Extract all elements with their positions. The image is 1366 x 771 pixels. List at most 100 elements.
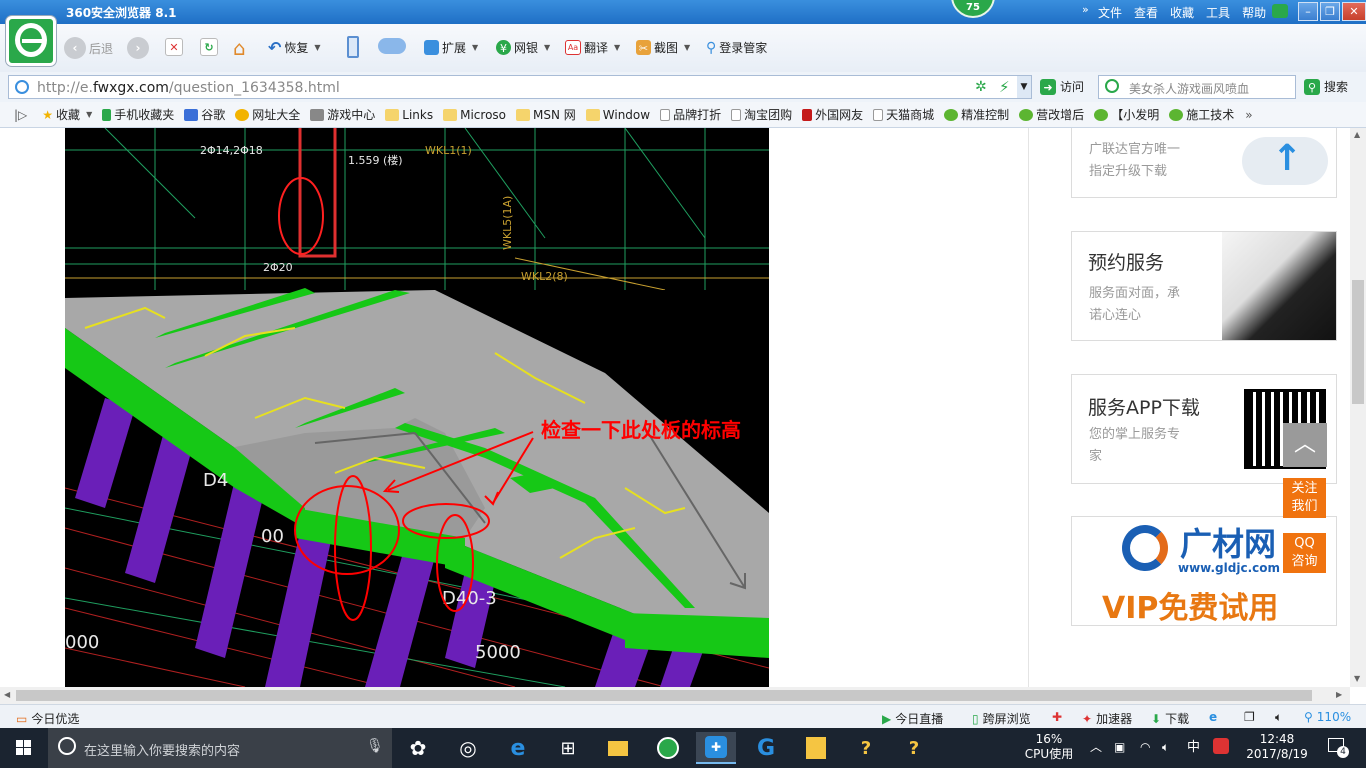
back-button[interactable]: ‹ 后退 <box>64 37 113 59</box>
translate-button[interactable]: Aa 翻译 ▼ <box>565 39 620 56</box>
home-button[interactable]: ⌂ <box>233 36 246 60</box>
loading-icon[interactable]: ✲ <box>975 79 987 95</box>
login-manager-button[interactable]: ⚲ 登录管家 <box>706 39 767 56</box>
scroll-thumb[interactable] <box>1352 280 1364 404</box>
fav-google[interactable]: 谷歌 <box>179 106 230 123</box>
dropdown-arrow-icon[interactable]: ▼ <box>1017 76 1031 98</box>
fav-msn[interactable]: MSN 网 <box>511 106 581 123</box>
taskbar-app-task-view[interactable]: ✿ <box>398 732 438 764</box>
taskbar-search-input[interactable]: 在这里输入你要搜索的内容 🎙︎ <box>48 728 392 768</box>
lightning-icon[interactable]: ⚡ <box>999 78 1010 96</box>
minimize-button[interactable]: – <box>1298 2 1318 21</box>
fav-tmall[interactable]: 天猫商城 <box>868 106 939 123</box>
upgrade-download-card[interactable]: 广联达官方唯一 指定升级下载 ↑ <box>1071 128 1337 198</box>
menu-file[interactable]: 文件 <box>1098 4 1122 21</box>
download-manager[interactable]: ⬇ 下载 <box>1151 710 1189 727</box>
tray-expand-icon[interactable]: ︿ <box>1090 740 1102 755</box>
taskbar-app-store[interactable]: ⊞ <box>548 732 588 764</box>
taskbar-app-help[interactable]: ? <box>846 732 886 764</box>
forward-button[interactable]: › <box>127 37 149 59</box>
fav-microsoft[interactable]: Microso <box>438 108 511 122</box>
taskbar-app-remote[interactable]: ✚ <box>696 732 736 764</box>
refresh-button[interactable]: ↻ <box>200 38 218 56</box>
follow-us-button[interactable]: 关注 我们 <box>1283 478 1326 518</box>
taskbar-app-explorer[interactable] <box>598 732 638 764</box>
address-bar[interactable]: http://e.fwxgx.com/question_1634358.html… <box>8 75 1032 99</box>
phone-icon <box>347 36 359 58</box>
fav-links[interactable]: Links <box>380 108 438 122</box>
fav-mobile[interactable]: 手机收藏夹 <box>97 106 179 123</box>
network-icon[interactable]: ◠ <box>1140 740 1150 755</box>
window-icon[interactable]: ❐ <box>1244 710 1255 724</box>
fav-tax[interactable]: 营改增后 <box>1014 106 1089 123</box>
today-picks[interactable]: ▭ 今日优选 <box>16 710 79 727</box>
fav-foreign[interactable]: 外国网友 <box>797 106 868 123</box>
security-badge[interactable]: 75 <box>951 0 995 18</box>
vertical-scrollbar[interactable]: ▲ ▼ <box>1350 128 1366 687</box>
volume-icon[interactable]: 🔈︎ <box>1275 710 1282 725</box>
menu-tools[interactable]: 工具 <box>1206 4 1230 21</box>
sogou-icon[interactable] <box>1213 738 1229 754</box>
url-text[interactable]: http://e.fwxgx.com/question_1634358.html <box>37 80 340 96</box>
menu-help[interactable]: 帮助 <box>1242 4 1266 21</box>
visit-button[interactable]: ➜ 访问 <box>1040 78 1084 95</box>
restore-button[interactable]: ↶ 恢复 ▼ <box>268 38 321 57</box>
taskbar-app-glodon[interactable]: G <box>746 732 786 764</box>
ime-indicator[interactable]: 中 <box>1187 740 1200 755</box>
today-live[interactable]: ▶ 今日直播 <box>882 710 943 727</box>
taskbar-app-360[interactable]: ◎ <box>448 732 488 764</box>
start-button[interactable] <box>0 728 48 768</box>
stop-button[interactable]: ✕ <box>165 38 183 56</box>
browser-logo[interactable] <box>6 16 56 66</box>
chevron-right-icon[interactable]: » <box>1082 3 1089 16</box>
scroll-right-icon[interactable]: ▶ <box>1336 690 1342 699</box>
taskbar-app-help-2[interactable]: ? <box>894 732 934 764</box>
menu-view[interactable]: 查看 <box>1134 4 1158 21</box>
search-button[interactable]: ⚲ 搜索 <box>1304 78 1348 95</box>
fav-discount[interactable]: 品牌打折 <box>655 106 726 123</box>
horizontal-scrollbar[interactable]: ◀ ▶ <box>0 687 1350 704</box>
more-chevron-icon[interactable]: » <box>1239 108 1252 122</box>
clock[interactable]: 12:48 2017/8/19 <box>1246 732 1308 762</box>
banking-button[interactable]: ¥ 网银 ▼ <box>496 39 550 56</box>
qq-consult-button[interactable]: QQ 咨询 <box>1283 533 1326 573</box>
taskbar-app-360browser[interactable] <box>648 732 688 764</box>
shirt-icon[interactable] <box>1272 4 1288 18</box>
close-button[interactable]: ✕ <box>1342 2 1366 21</box>
scroll-left-icon[interactable]: ◀ <box>4 690 10 699</box>
maximize-button[interactable]: ❐ <box>1320 2 1340 21</box>
medical-icon[interactable]: ✚ <box>1052 710 1062 724</box>
cpu-usage[interactable]: 16% CPU使用 <box>1022 732 1076 762</box>
scroll-down-icon[interactable]: ▼ <box>1354 674 1360 683</box>
screenshot-button[interactable]: ✂ 截图 ▼ <box>636 39 690 56</box>
volume-icon[interactable]: 🔈︎ <box>1162 740 1169 755</box>
cross-screen-browse[interactable]: ▯ 跨屏浏览 <box>972 710 1031 727</box>
zoom-control[interactable]: ⚲ 110% <box>1304 710 1351 724</box>
fav-construction[interactable]: 施工技术 <box>1164 106 1239 123</box>
notification-center[interactable]: 4 <box>1325 738 1349 758</box>
fav-taobao[interactable]: 淘宝团购 <box>726 106 797 123</box>
fav-games[interactable]: 游戏中心 <box>305 106 380 123</box>
microphone-icon[interactable]: 🎙︎ <box>366 738 384 754</box>
menu-favorites[interactable]: 收藏 <box>1170 4 1194 21</box>
remote-icon: ✚ <box>705 736 727 758</box>
scroll-up-icon[interactable]: ▲ <box>1354 130 1360 139</box>
mobile-button[interactable] <box>347 36 359 58</box>
taskbar-app-edge[interactable]: e <box>498 732 538 764</box>
search-input[interactable]: 美女杀人游戏画风喷血 <box>1098 75 1296 99</box>
fav-control[interactable]: 精准控制 <box>939 106 1014 123</box>
fav-directory[interactable]: 网址大全 <box>230 106 305 123</box>
fav-windows[interactable]: Window <box>581 108 655 122</box>
fav-collect[interactable]: ★ 收藏 ▼ <box>37 106 97 123</box>
extensions-button[interactable]: 扩展 ▼ <box>424 39 478 56</box>
tray-app-icon[interactable]: ▣ <box>1114 740 1125 755</box>
cloud-button[interactable] <box>378 38 406 54</box>
taskbar-app-notes[interactable] <box>796 732 836 764</box>
sidebar-toggle-icon[interactable]: |▷ <box>0 108 37 122</box>
back-to-top-button[interactable]: ︿ <box>1283 423 1327 467</box>
ie-mode-icon[interactable]: e <box>1209 710 1217 724</box>
accelerator[interactable]: ✦ 加速器 <box>1082 710 1132 727</box>
appointment-service-card[interactable]: 预约服务 服务面对面，承 诺心连心 <box>1071 231 1337 341</box>
scroll-thumb[interactable] <box>16 690 1312 701</box>
fav-invention[interactable]: 【小发明 <box>1089 106 1164 123</box>
